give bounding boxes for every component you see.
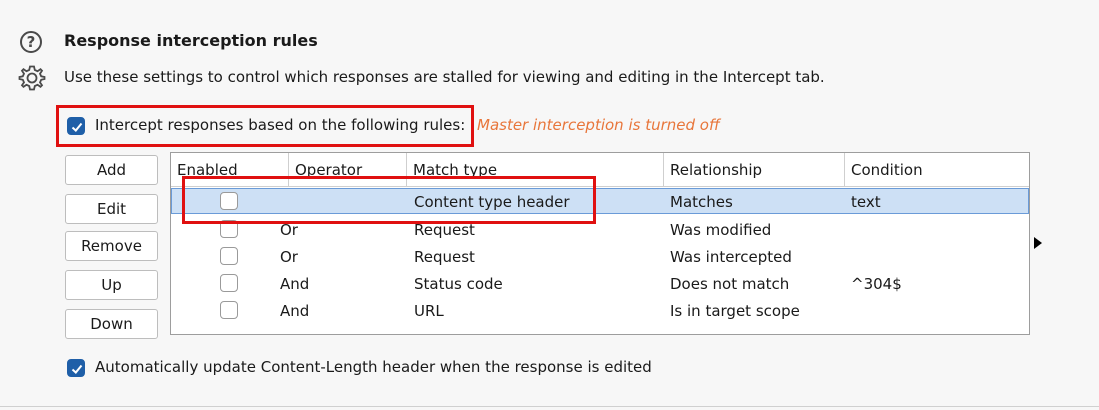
auto-update-content-length-label: Automatically update Content-Length head… — [95, 358, 652, 376]
row-match-type: URL — [414, 302, 444, 320]
row-operator: And — [280, 302, 310, 320]
gear-icon[interactable] — [18, 64, 46, 92]
section-title: Response interception rules — [64, 31, 318, 50]
section-divider — [0, 406, 1099, 407]
row-match-type: Request — [414, 248, 475, 266]
row-operator: And — [280, 275, 310, 293]
column-header-relationship[interactable]: Relationship — [664, 153, 845, 187]
row-condition: ^304$ — [851, 275, 902, 293]
row-relationship: Matches — [670, 193, 733, 211]
help-icon[interactable]: ? — [20, 31, 42, 53]
row-condition — [845, 244, 851, 270]
checkmark-icon — [71, 364, 83, 374]
up-button[interactable]: Up — [65, 270, 158, 300]
edit-button[interactable]: Edit — [65, 194, 158, 224]
down-button[interactable]: Down — [65, 309, 158, 339]
table-row[interactable]: And URL Is in target scope — [171, 298, 1029, 324]
add-button[interactable]: Add — [65, 155, 158, 185]
row-relationship: Does not match — [670, 275, 790, 293]
row-relationship: Is in target scope — [670, 302, 800, 320]
table-row[interactable]: And Status code Does not match ^304$ — [171, 271, 1029, 297]
remove-button[interactable]: Remove — [65, 231, 158, 261]
table-row[interactable]: Or Request Was intercepted — [171, 244, 1029, 270]
row-condition: text — [851, 193, 881, 211]
row-condition — [845, 217, 851, 243]
row-enabled-checkbox[interactable] — [220, 274, 238, 292]
master-interception-status: Master interception is turned off — [477, 116, 720, 134]
intercept-responses-checkbox[interactable] — [67, 117, 85, 135]
intercept-responses-label: Intercept responses based on the followi… — [95, 116, 466, 134]
row-operator: Or — [280, 248, 298, 266]
row-match-type: Status code — [414, 275, 503, 293]
scroll-right-arrow-icon[interactable] — [1034, 237, 1042, 249]
row-enabled-checkbox[interactable] — [220, 301, 238, 319]
row-enabled-checkbox[interactable] — [220, 247, 238, 265]
column-header-condition[interactable]: Condition — [845, 153, 1029, 187]
row-relationship: Was intercepted — [670, 248, 792, 266]
row-relationship: Was modified — [670, 221, 772, 239]
row-condition — [845, 298, 851, 324]
section-description: Use these settings to control which resp… — [64, 68, 825, 86]
checkmark-icon — [71, 122, 83, 132]
first-row-highlight-box — [182, 176, 596, 224]
auto-update-content-length-checkbox[interactable] — [67, 359, 85, 377]
